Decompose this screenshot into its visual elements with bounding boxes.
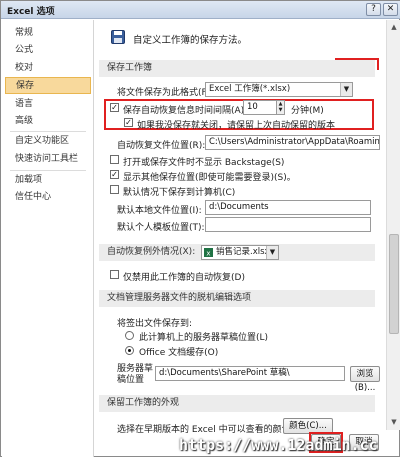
section-offline-editing: 文档管理服务器文件的脱机编辑选项 [99,290,375,307]
section-save-workbooks: 保存工作簿 [99,60,375,77]
svg-text:x: x [206,250,210,258]
local-location-label: 默认本地文件位置(I): [117,206,202,216]
save-checked-out-label: 将签出文件保存到: [117,319,193,329]
sidebar-item-quick-access-toolbar[interactable]: 快速访问工具栏 [5,151,91,168]
sidebar-item-advanced[interactable]: 高级 [5,113,91,130]
minutes-spinner[interactable]: ▲ ▼ [277,100,285,115]
autorecover-label: 保存自动恢复信息时间间隔(A) [123,106,245,116]
help-button[interactable]: ? [366,3,381,16]
sidebar-item-proofing[interactable]: 校对 [5,60,91,77]
vertical-scrollbar[interactable]: ▲ ▼ [386,20,400,430]
sidebar-divider [10,170,86,171]
page-heading: 自定义工作簿的保存方法。 [133,35,248,46]
sidebar-divider [10,131,86,132]
disable-autorecover-checkbox[interactable] [110,270,119,279]
sidebar-item-customize-ribbon[interactable]: 自定义功能区 [5,133,91,150]
sidebar-item-trust-center[interactable]: 信任中心 [5,189,91,206]
title-bar: Excel 选项 ? ✕ [1,1,400,19]
local-location-input[interactable]: d:\Documents [205,200,371,215]
options-sidebar: 常规 公式 校对 保存 语言 高级 自定义功能区 快速访问工具栏 加载项 信任中… [2,20,94,457]
minutes-label: 分钟(M) [291,106,324,116]
no-backstage-checkbox[interactable] [110,155,119,164]
template-location-label: 默认个人模板位置(T): [117,223,205,233]
section-preserve-appearance: 保留工作簿的外观 [99,395,375,412]
window-title: Excel 选项 [7,7,55,17]
server-drafts-label: 此计算机上的服务器草稿位置(L) [139,333,269,343]
save-format-select[interactable]: Excel 工作簿(*.xlsx) ▼ [205,82,353,97]
scroll-thumb[interactable] [389,234,399,334]
no-backstage-label: 打开或保存文件时不显示 Backstage(S) [123,158,285,168]
sidebar-item-language[interactable]: 语言 [5,96,91,113]
save-format-value: Excel 工作簿(*.xlsx) [209,84,291,94]
office-cache-radio[interactable] [125,346,134,355]
default-save-computer-label: 默认情况下保存到计算机(C) [123,188,236,198]
recover-location-label: 自动恢复文件位置(R): [117,141,206,151]
show-more-locations-label: 显示其他保存位置(即使可能需要登录)(S)。 [123,173,296,183]
disable-autorecover-label: 仅禁用此工作簿的自动恢复(D) [123,273,245,283]
exceptions-workbook-value: 销售记录.xlsx [216,247,270,257]
watermark-text: https://www.12admin.cc [179,436,378,454]
sidebar-item-add-ins[interactable]: 加载项 [5,172,91,189]
dropdown-arrow-icon: ▼ [266,246,278,259]
excel-file-icon: x [204,248,213,257]
close-button[interactable]: ✕ [383,3,398,16]
office-cache-label: Office 文档缓存(O) [139,348,219,358]
server-drafts-radio[interactable] [125,331,134,340]
save-disk-icon [111,30,125,44]
exceptions-workbook-select[interactable]: x 销售记录.xlsx ▼ [201,245,279,260]
sidebar-item-general[interactable]: 常规 [5,25,91,42]
autorecover-checkbox[interactable]: ✓ [110,103,119,112]
scroll-down-icon[interactable]: ▼ [388,416,400,428]
highlight-frame-top [335,58,379,70]
template-location-input[interactable] [205,217,371,232]
drafts-location-label-line2: 稿位置 [117,375,145,385]
drafts-location-input[interactable]: d:\Documents\SharePoint 草稿\ [155,366,345,381]
recover-location-input[interactable]: C:\Users\Administrator\AppData\Roaming\M… [205,135,380,150]
dropdown-arrow-icon: ▼ [340,83,352,96]
default-save-computer-checkbox[interactable] [110,185,119,194]
exceptions-label: 自动恢复例外情况(X): [107,247,196,257]
autorecover-minutes-input[interactable]: 10 [243,100,277,115]
sidebar-item-save[interactable]: 保存 [5,77,91,94]
sidebar-item-formulas[interactable]: 公式 [5,42,91,59]
scroll-up-icon[interactable]: ▲ [388,21,400,33]
browse-button[interactable]: 浏览(B)... [350,366,380,393]
save-format-label: 将文件保存为此格式(F): [117,88,214,98]
keep-last-version-checkbox[interactable]: ✓ [124,118,133,127]
show-more-locations-checkbox[interactable]: ✓ [110,170,119,179]
save-options-panel: 自定义工作簿的保存方法。 保存工作簿 将文件保存为此格式(F): Excel 工… [95,20,385,457]
keep-last-version-label: 如果我没保存就关闭，请保留上次自动保留的版本 [137,121,336,131]
colors-label: 选择在早期版本的 Excel 中可以查看的颜色: [117,425,294,435]
excel-options-dialog: Excel 选项 ? ✕ 常规 公式 校对 保存 语言 高级 自定义功能区 快速… [0,0,400,457]
